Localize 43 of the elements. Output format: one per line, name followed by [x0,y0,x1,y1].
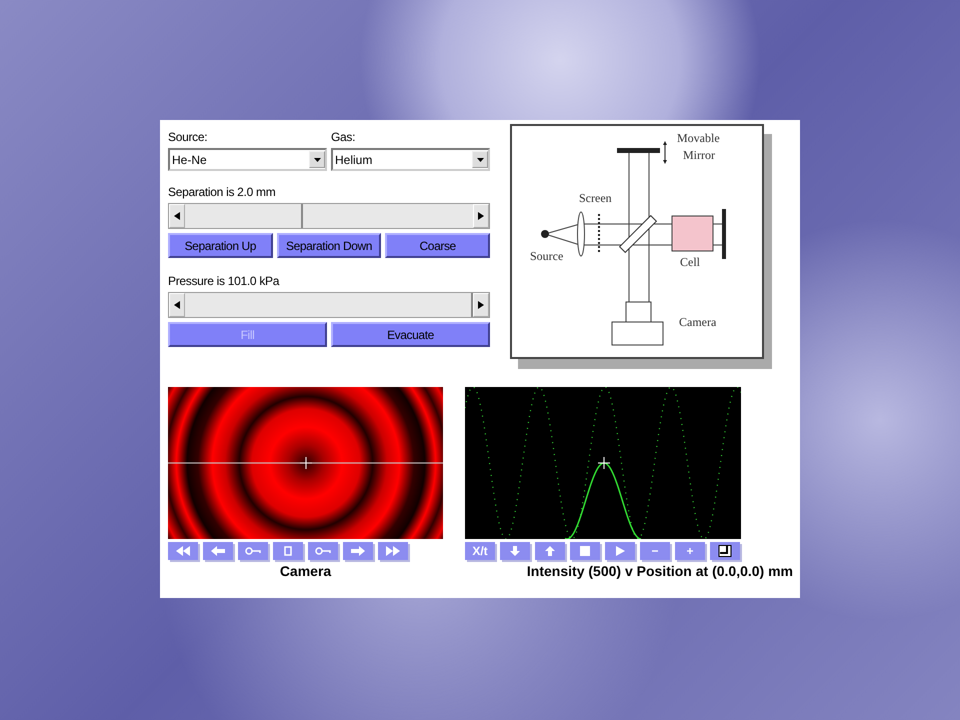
source-dot [541,230,549,238]
source-dropdown[interactable]: He-Ne [168,148,327,171]
plot-caption: Intensity (500) v Position at (0.0,0.0) mm [526,563,793,579]
diagram-label: Screen [579,191,612,205]
left-arrow-icon[interactable] [174,301,180,309]
caret-icon [476,158,484,162]
camera-drawing [626,302,652,322]
pressure-label: Pressure is 101.0 kPa [168,274,280,288]
slider[interactable] [168,292,490,318]
separation-button[interactable]: Separation Down [276,233,382,258]
slider-thumb[interactable] [301,204,304,228]
movable-mirror-drawing [617,148,660,153]
diagram-label: Cell [680,255,700,269]
gas-label: Gas: [331,130,356,144]
lens-drawing [577,212,585,256]
corner-icon [717,545,733,557]
arrow-icon [663,141,667,164]
camera-base-drawing [612,322,664,346]
pressure-button[interactable]: Evacuate [331,322,490,347]
camera-caption: Camera [278,563,332,579]
separation-button[interactable]: Coarse [385,233,490,258]
rewind-icon [175,545,191,557]
key-icon [245,545,261,557]
square-icon [577,545,593,557]
caret-icon [314,158,320,162]
key-icon [315,545,331,557]
left-arrow-icon[interactable] [174,212,180,220]
diagram-label: Camera [679,315,716,329]
diagram-label: Source [530,249,564,263]
diagram-label: Movable Mirror [677,131,720,162]
cell-drawing [672,216,714,252]
end-mirror-drawing [722,209,726,259]
right-arrow-icon[interactable] [478,301,484,309]
left-arrow-icon [210,545,226,557]
tool-button[interactable] [710,542,740,560]
source-label: Source: [168,130,208,144]
right-arrow-icon [350,545,366,557]
slider[interactable] [168,203,490,229]
separation-button[interactable]: Separation Up [168,233,273,258]
gas-dropdown[interactable]: Helium [331,148,490,171]
right-arrow-icon[interactable] [478,212,484,220]
fast-forward-icon [385,545,401,557]
separation-label: Separation is 2.0 mm [168,185,276,199]
